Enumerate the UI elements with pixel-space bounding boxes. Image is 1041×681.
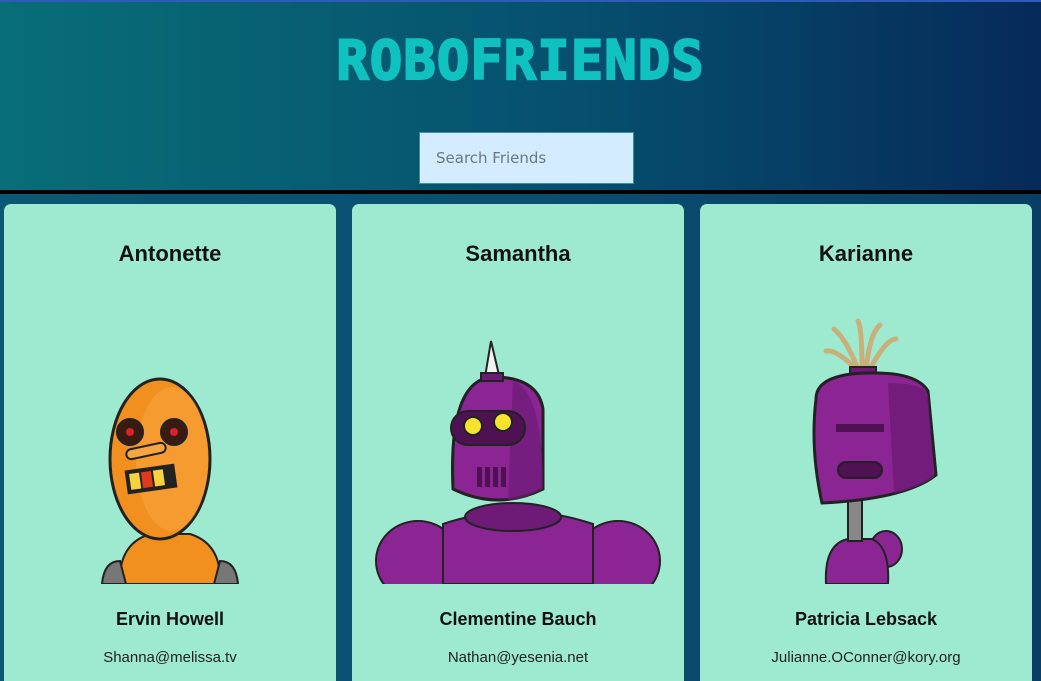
card-fullname: Patricia Lebsack bbox=[794, 609, 938, 629]
robot-card[interactable]: Antonette Ervin Howell Shanna@melissa.tv bbox=[4, 204, 336, 681]
card-email: Nathan@yesenia.net bbox=[447, 649, 589, 666]
card-username: Antonette bbox=[118, 241, 222, 266]
card-list: Antonette Ervin Howell Shanna@melissa.tv… bbox=[0, 194, 1041, 681]
robot-card[interactable]: Karianne Patricia Lebsack Julianne.OConn… bbox=[700, 204, 1032, 681]
card-username: Karianne bbox=[818, 241, 914, 266]
card-email: Julianne.OConner@kory.org bbox=[771, 649, 961, 666]
app-title: ROBOFRIENDS bbox=[335, 29, 705, 93]
robot-avatar bbox=[4, 299, 336, 584]
card-email: Shanna@melissa.tv bbox=[103, 649, 237, 666]
robot-avatar bbox=[352, 299, 684, 584]
card-fullname: Ervin Howell bbox=[115, 609, 225, 629]
card-fullname: Clementine Bauch bbox=[439, 609, 597, 629]
robot-avatar bbox=[700, 299, 1032, 584]
card-username: Samantha bbox=[465, 241, 571, 266]
app-header: ROBOFRIENDS bbox=[0, 0, 1041, 190]
robot-card[interactable]: Samantha Clementine Bauch Nathan@yesenia… bbox=[352, 204, 684, 681]
search-input[interactable] bbox=[419, 132, 634, 184]
